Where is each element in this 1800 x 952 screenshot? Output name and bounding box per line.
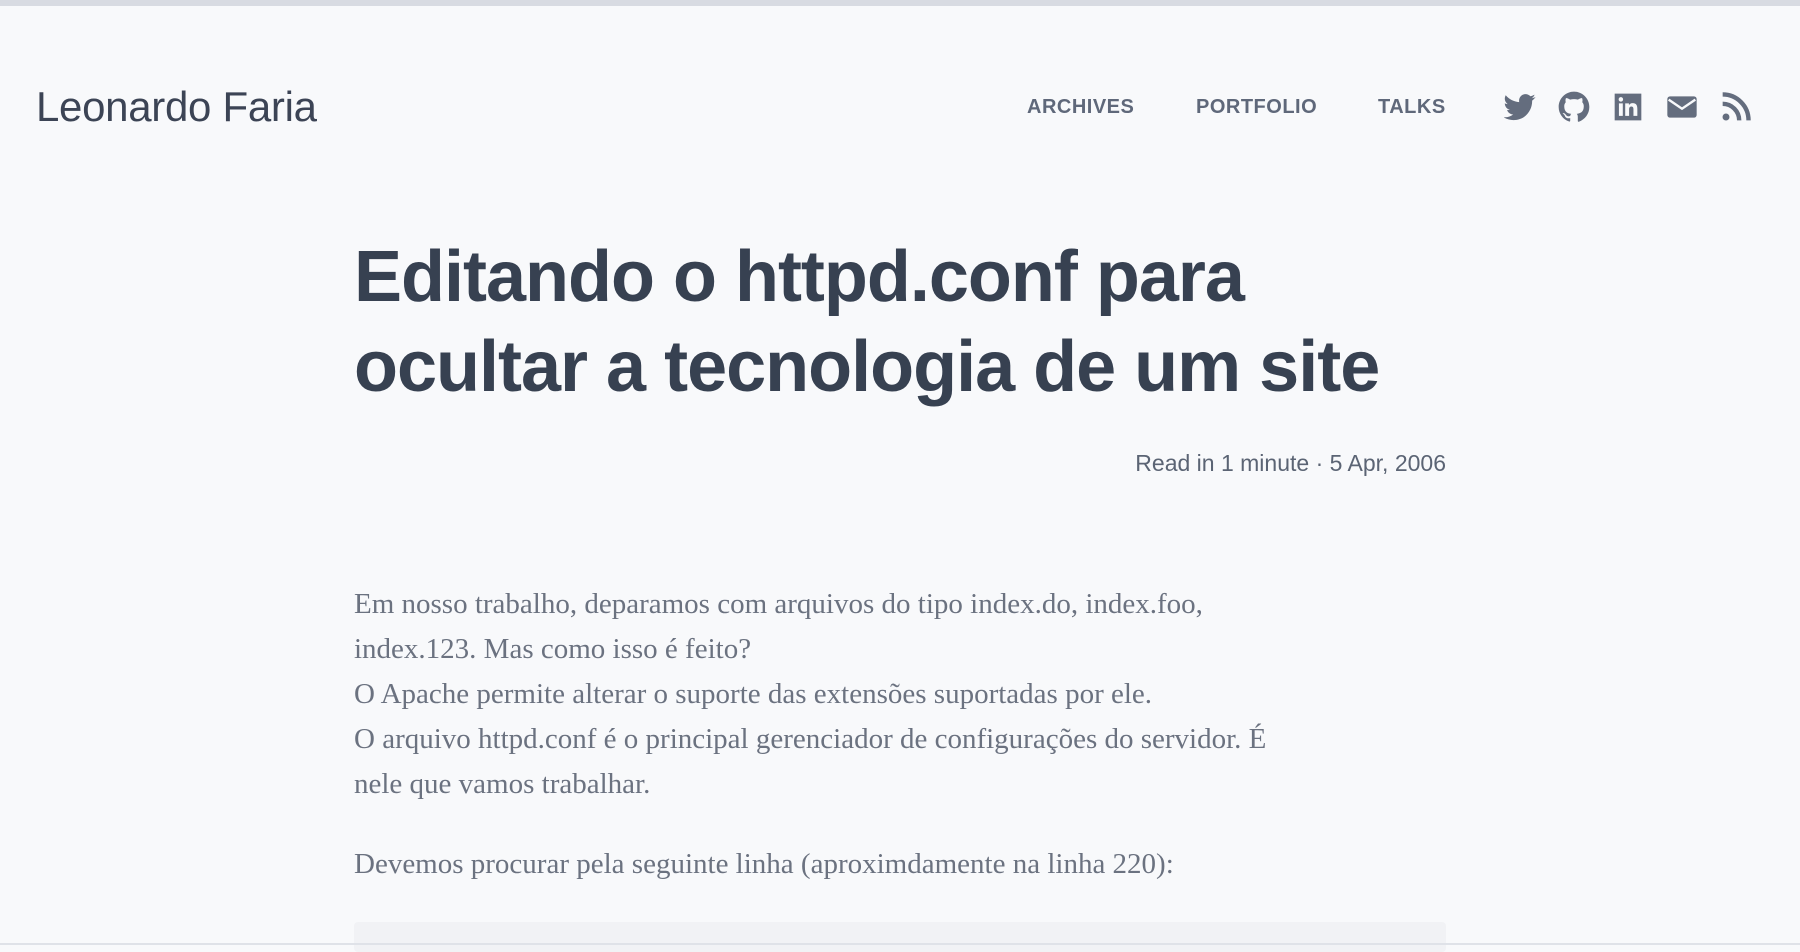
twitter-icon [1504,94,1536,121]
article-meta: Read in 1 minute · 5 Apr, 2006 [1135,450,1446,476]
rss-icon [1722,92,1751,121]
twitter-link[interactable] [1504,91,1536,123]
linkedin-icon [1614,93,1642,121]
email-link[interactable] [1666,91,1698,123]
github-icon [1558,91,1590,122]
paragraph-line: O Apache permite alterar o suporte das e… [354,678,1153,710]
linkedin-link[interactable] [1612,91,1644,123]
article-paragraph: Devemos procurar pela seguinte linha (ap… [354,848,1174,880]
nav-portfolio[interactable]: PORTFOLIO [1196,94,1317,120]
paragraph-line: Em nosso trabalho, deparamos com arquivo… [354,588,1203,620]
nav-archives[interactable]: ARCHIVES [1027,94,1134,120]
code-block [354,922,1446,952]
paragraph-line: index.123. Mas como isso é feito? [354,633,752,665]
paragraph-line: nele que vamos trabalhar. [354,768,651,800]
site-title-link[interactable]: Leonardo Faria [36,82,317,132]
paragraph-line: O arquivo httpd.conf é o principal geren… [354,723,1267,755]
github-link[interactable] [1558,91,1590,123]
article-title: Editando o httpd.conf para ocultar a tec… [354,237,1380,407]
rss-link[interactable] [1720,91,1752,123]
email-icon [1667,96,1697,118]
article-paragraph: Em nosso trabalho, deparamos com arquivo… [354,582,1414,807]
top-border [0,0,1800,6]
nav-talks[interactable]: TALKS [1378,94,1446,120]
